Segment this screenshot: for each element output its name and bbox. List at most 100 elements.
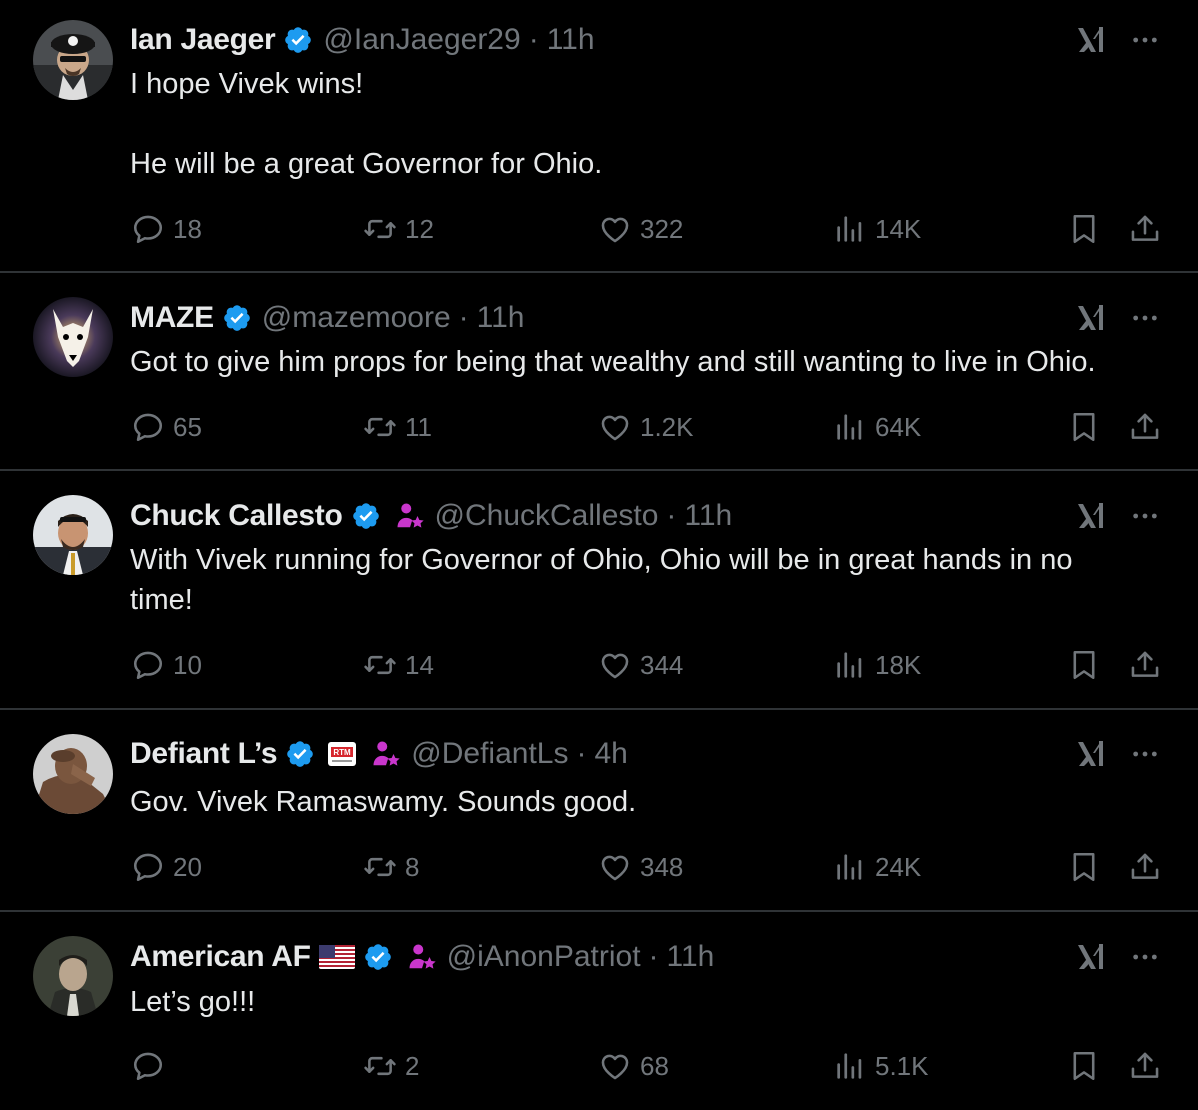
handle[interactable]: @ChuckCallesto xyxy=(435,499,659,533)
like-button[interactable]: 1.2K xyxy=(598,407,694,447)
timestamp[interactable]: 11h xyxy=(667,940,715,974)
timestamp[interactable]: 11h xyxy=(477,301,525,335)
share-button[interactable] xyxy=(1128,1046,1170,1086)
views-button[interactable]: 64K xyxy=(833,407,921,447)
action-bar: 20 8 348 24K xyxy=(0,847,1198,887)
display-name[interactable]: Defiant L’s xyxy=(130,737,278,771)
grok-icon[interactable] xyxy=(1076,941,1110,973)
repost-arrows-icon xyxy=(363,212,397,246)
like-button[interactable]: 68 xyxy=(598,1046,669,1086)
reply-button[interactable]: 20 xyxy=(131,847,202,887)
tweet[interactable]: Defiant L’s RTM @DefiantLs · 4h Gov. Viv… xyxy=(0,710,1198,912)
action-bar: 18 12 322 14K xyxy=(0,209,1198,249)
more-options-button[interactable] xyxy=(1128,941,1162,973)
avatar[interactable] xyxy=(33,936,113,1016)
more-options-button[interactable] xyxy=(1128,738,1162,770)
bookmark-icon xyxy=(1067,1049,1101,1083)
bookmark-button[interactable] xyxy=(1067,407,1109,447)
timestamp[interactable]: 4h xyxy=(595,737,628,771)
repost-button[interactable]: 14 xyxy=(363,645,434,685)
like-count: 68 xyxy=(640,1050,669,1081)
action-bar: 10 14 344 18K xyxy=(0,645,1198,685)
reply-button[interactable]: 18 xyxy=(131,209,202,249)
reply-button[interactable]: 65 xyxy=(131,407,202,447)
view-count: 18K xyxy=(875,649,922,680)
repost-button[interactable]: 8 xyxy=(363,847,419,887)
share-button[interactable] xyxy=(1128,209,1170,249)
views-button[interactable]: 14K xyxy=(833,209,921,249)
verified-badge-icon[interactable] xyxy=(283,25,313,55)
grok-icon[interactable] xyxy=(1076,738,1110,770)
bookmark-button[interactable] xyxy=(1067,209,1109,249)
avatar[interactable] xyxy=(33,734,113,814)
reply-button[interactable]: 10 xyxy=(131,645,202,685)
like-button[interactable]: 348 xyxy=(598,847,683,887)
tweet-header: Ian Jaeger @IanJaeger29 · 11h xyxy=(130,20,595,60)
more-options-button[interactable] xyxy=(1128,302,1162,334)
heart-icon xyxy=(598,212,632,246)
share-button[interactable] xyxy=(1128,407,1170,447)
speech-bubble-icon xyxy=(131,648,165,682)
avatar[interactable] xyxy=(33,297,113,377)
avatar-image xyxy=(33,734,113,814)
like-button[interactable]: 322 xyxy=(598,209,683,249)
view-count: 24K xyxy=(875,851,922,882)
action-bar: 65 11 1.2K 64K xyxy=(0,407,1198,447)
handle[interactable]: @IanJaeger29 xyxy=(323,23,520,57)
display-name[interactable]: MAZE xyxy=(130,301,214,335)
like-button[interactable]: 344 xyxy=(598,645,683,685)
affiliate-person-icon[interactable] xyxy=(395,501,425,531)
share-upload-icon xyxy=(1128,1049,1162,1083)
reply-button[interactable] xyxy=(131,1046,173,1086)
repost-button[interactable]: 12 xyxy=(363,209,434,249)
display-name[interactable]: American AF xyxy=(130,940,311,974)
handle[interactable]: @mazemoore xyxy=(262,301,451,335)
affiliate-person-icon[interactable] xyxy=(371,739,401,769)
repost-button[interactable]: 11 xyxy=(363,407,432,447)
handle[interactable]: @DefiantLs xyxy=(411,737,568,771)
handle[interactable]: @iAnonPatriot xyxy=(447,940,641,974)
timestamp[interactable]: 11h xyxy=(547,23,595,57)
avatar[interactable] xyxy=(33,495,113,575)
avatar-image xyxy=(33,495,113,575)
more-options-button[interactable] xyxy=(1128,500,1162,532)
view-count: 64K xyxy=(875,411,922,442)
like-count: 1.2K xyxy=(640,411,694,442)
tweet-text: Let’s go!!! xyxy=(130,986,256,1018)
grok-icon[interactable] xyxy=(1076,302,1110,334)
bar-chart-icon xyxy=(833,850,867,884)
grok-icon[interactable] xyxy=(1076,24,1110,56)
verified-badge-icon[interactable] xyxy=(285,739,315,769)
affiliate-person-icon[interactable] xyxy=(407,942,437,972)
display-name[interactable]: Chuck Callesto xyxy=(130,499,343,533)
views-button[interactable]: 5.1K xyxy=(833,1046,929,1086)
tweet[interactable]: MAZE @mazemoore · 11h Got to give him pr… xyxy=(0,273,1198,471)
separator: · xyxy=(458,301,469,334)
timestamp[interactable]: 11h xyxy=(684,499,732,533)
verified-badge-icon[interactable] xyxy=(363,942,393,972)
more-options-button[interactable] xyxy=(1128,24,1162,56)
bookmark-button[interactable] xyxy=(1067,645,1109,685)
rtm-logo[interactable]: RTM xyxy=(327,739,357,769)
bar-chart-icon xyxy=(833,1049,867,1083)
share-button[interactable] xyxy=(1128,847,1170,887)
grok-icon[interactable] xyxy=(1076,500,1110,532)
bookmark-button[interactable] xyxy=(1067,1046,1109,1086)
bookmark-button[interactable] xyxy=(1067,847,1109,887)
tweet[interactable]: Chuck Callesto @ChuckCallesto · 11h With… xyxy=(0,471,1198,710)
tweet-header: MAZE @mazemoore · 11h xyxy=(130,298,524,338)
views-button[interactable]: 18K xyxy=(833,645,921,685)
verified-badge-icon[interactable] xyxy=(351,501,381,531)
verified-badge-icon[interactable] xyxy=(222,303,252,333)
tweet[interactable]: American AF @iAnonPatriot · 11h Let’s go… xyxy=(0,912,1198,1110)
share-button[interactable] xyxy=(1128,645,1170,685)
display-name[interactable]: Ian Jaeger xyxy=(130,23,276,57)
repost-button[interactable]: 2 xyxy=(363,1046,419,1086)
speech-bubble-icon xyxy=(131,212,165,246)
avatar[interactable] xyxy=(33,20,113,100)
more-dots-icon xyxy=(1129,302,1161,334)
views-button[interactable]: 24K xyxy=(833,847,921,887)
tweet-header: Chuck Callesto @ChuckCallesto · 11h xyxy=(130,496,732,536)
heart-icon xyxy=(598,648,632,682)
tweet[interactable]: Ian Jaeger @IanJaeger29 · 11h I hope Viv… xyxy=(0,0,1198,273)
